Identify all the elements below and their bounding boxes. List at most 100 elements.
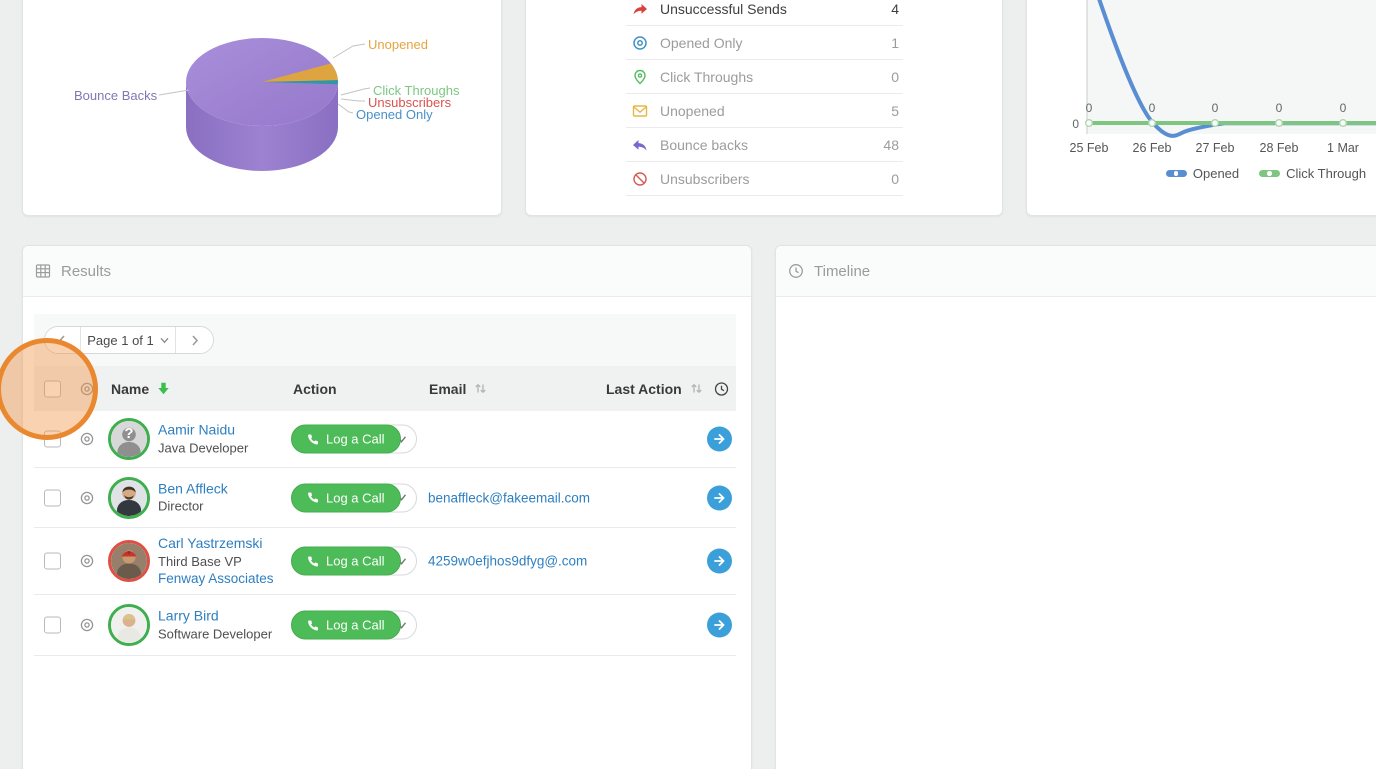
table-row: Larry Bird Software Developer Log a Call bbox=[34, 595, 736, 656]
plot-area bbox=[1087, 0, 1376, 134]
sort-desc-arrow-icon bbox=[158, 382, 169, 395]
panel-title: Results bbox=[61, 262, 112, 280]
column-header-email[interactable]: Email bbox=[429, 381, 487, 397]
stat-label: Bounce backs bbox=[660, 136, 748, 153]
select-all-checkbox[interactable] bbox=[44, 380, 61, 397]
open-contact-button[interactable] bbox=[707, 426, 732, 452]
stat-value: 48 bbox=[883, 136, 899, 153]
contact-email-link[interactable]: benaffleck@fakeemail.com bbox=[428, 490, 590, 505]
page-select-dropdown[interactable]: Page 1 of 1 bbox=[80, 327, 176, 353]
map-pin-icon bbox=[632, 69, 648, 85]
contact-email-link[interactable]: 4259w0efjhos9dfyg@.com bbox=[428, 554, 587, 569]
ban-icon bbox=[632, 171, 648, 187]
stat-label: Click Throughs bbox=[660, 68, 754, 85]
target-icon[interactable] bbox=[80, 618, 94, 632]
table-row: Ben Affleck Director Log a Call benaffle… bbox=[34, 468, 736, 528]
avatar[interactable]: ? bbox=[108, 418, 150, 460]
clock-icon bbox=[788, 263, 804, 279]
column-header-action: Action bbox=[293, 380, 337, 397]
legend-item-opened[interactable]: Opened bbox=[1165, 166, 1240, 181]
prev-page-button[interactable] bbox=[45, 327, 80, 353]
dashboard: Unopened Bounce Backs Click Throughs Uns… bbox=[0, 0, 1376, 769]
svg-text:26 Feb: 26 Feb bbox=[1133, 141, 1172, 155]
table-header-row: Name Action Email Last Action bbox=[34, 366, 736, 411]
column-header-time[interactable] bbox=[714, 381, 729, 396]
contact-info: Ben Affleck Director bbox=[158, 480, 228, 515]
row-checkbox[interactable] bbox=[44, 552, 61, 570]
avatar[interactable] bbox=[108, 604, 150, 646]
table-grid-icon bbox=[35, 263, 51, 279]
row-checkbox[interactable] bbox=[44, 616, 61, 634]
row-checkbox[interactable] bbox=[44, 489, 61, 506]
column-header-last-action[interactable]: Last Action bbox=[606, 381, 703, 397]
target-icon[interactable] bbox=[80, 432, 94, 446]
svg-text:0: 0 bbox=[1276, 101, 1283, 115]
target-icon[interactable] bbox=[80, 554, 94, 568]
chart-legend: Opened Click Through bbox=[1027, 166, 1376, 181]
stat-row-unsuccessful-sends: Unsuccessful Sends 4 bbox=[626, 0, 903, 26]
stat-value: 0 bbox=[891, 68, 899, 85]
stat-row-click-throughs: Click Throughs 0 bbox=[626, 60, 903, 94]
line-chart-card: 0 0 0 0 0 0 25 Feb 26 Feb 27 Feb 28 Feb … bbox=[1026, 0, 1376, 216]
contact-company-link[interactable]: Fenway Associates bbox=[158, 571, 274, 586]
next-page-button[interactable] bbox=[176, 327, 213, 353]
results-table: Page 1 of 1 Name Action Email Last Actio… bbox=[34, 314, 736, 656]
clock-icon bbox=[714, 381, 729, 396]
stat-value: 4 bbox=[891, 0, 899, 17]
target-icon[interactable] bbox=[80, 491, 94, 505]
column-header-name[interactable]: Name bbox=[111, 381, 170, 397]
contact-name-link[interactable]: Aamir Naidu bbox=[158, 422, 235, 438]
svg-text:25 Feb: 25 Feb bbox=[1070, 141, 1109, 155]
pie-label-unopened: Unopened bbox=[368, 37, 428, 52]
log-a-call-button[interactable]: Log a Call bbox=[291, 546, 401, 576]
reply-arrow-icon bbox=[632, 137, 648, 153]
stat-label: Unsubscribers bbox=[660, 170, 750, 187]
avatar[interactable] bbox=[108, 476, 150, 519]
legend-item-click-through[interactable]: Click Through bbox=[1259, 166, 1366, 181]
pie-chart-card: Unopened Bounce Backs Click Throughs Uns… bbox=[22, 0, 502, 216]
contact-info: Carl Yastrzemski Third Base VP Fenway As… bbox=[158, 535, 274, 588]
svg-text:0: 0 bbox=[1149, 101, 1156, 115]
avatar[interactable] bbox=[108, 540, 150, 582]
log-a-call-button[interactable]: Log a Call bbox=[291, 424, 401, 454]
contact-name-link[interactable]: Larry Bird bbox=[158, 608, 219, 624]
forward-arrow-icon bbox=[632, 1, 648, 17]
log-a-call-button[interactable]: Log a Call bbox=[291, 483, 401, 512]
open-contact-button[interactable] bbox=[707, 485, 732, 510]
target-icon[interactable] bbox=[80, 382, 94, 396]
unknown-avatar-glyph: ? bbox=[124, 425, 134, 442]
arrow-right-icon bbox=[714, 556, 725, 566]
contact-info: Larry Bird Software Developer bbox=[158, 608, 272, 643]
contact-name-link[interactable]: Carl Yastrzemski bbox=[158, 535, 263, 551]
log-a-call-label: Log a Call bbox=[326, 553, 385, 569]
legend-label: Opened bbox=[1192, 166, 1240, 181]
chevron-down-icon bbox=[160, 337, 169, 343]
line-chart: 0 0 0 0 0 0 25 Feb 26 Feb 27 Feb 28 Feb … bbox=[1070, 0, 1376, 155]
chevron-left-icon bbox=[58, 335, 65, 345]
contact-title: Third Base VP bbox=[158, 553, 242, 569]
table-row: ? Aamir Naidu Java Developer Log a Call bbox=[34, 411, 736, 468]
table-toolbar: Page 1 of 1 bbox=[34, 314, 736, 366]
x-axis-labels: 25 Feb 26 Feb 27 Feb 28 Feb 1 Mar bbox=[1070, 141, 1359, 155]
phone-icon bbox=[308, 433, 319, 444]
stat-label: Opened Only bbox=[660, 34, 743, 51]
svg-text:28 Feb: 28 Feb bbox=[1260, 141, 1299, 155]
envelope-icon bbox=[632, 103, 648, 119]
contact-name-link[interactable]: Ben Affleck bbox=[158, 480, 228, 496]
stat-value: 1 bbox=[891, 34, 899, 51]
stat-row-bounce-backs: Bounce backs 48 bbox=[626, 128, 903, 162]
log-a-call-label: Log a Call bbox=[326, 617, 385, 633]
stat-label: Unopened bbox=[660, 102, 725, 119]
stat-row-unopened: Unopened 5 bbox=[626, 94, 903, 128]
legend-label: Click Through bbox=[1286, 166, 1367, 181]
open-contact-button[interactable] bbox=[707, 612, 732, 638]
log-a-call-button[interactable]: Log a Call bbox=[291, 610, 401, 640]
y-axis-tick: 0 bbox=[1072, 117, 1079, 131]
results-panel: Results Page 1 of 1 Name Action Email La… bbox=[22, 245, 752, 769]
open-contact-button[interactable] bbox=[707, 548, 732, 574]
stat-value: 5 bbox=[891, 102, 899, 119]
contact-title: Software Developer bbox=[158, 626, 273, 641]
row-checkbox[interactable] bbox=[44, 430, 61, 448]
svg-text:0: 0 bbox=[1086, 101, 1093, 115]
stat-row-unsubscribers: Unsubscribers 0 bbox=[626, 162, 903, 196]
